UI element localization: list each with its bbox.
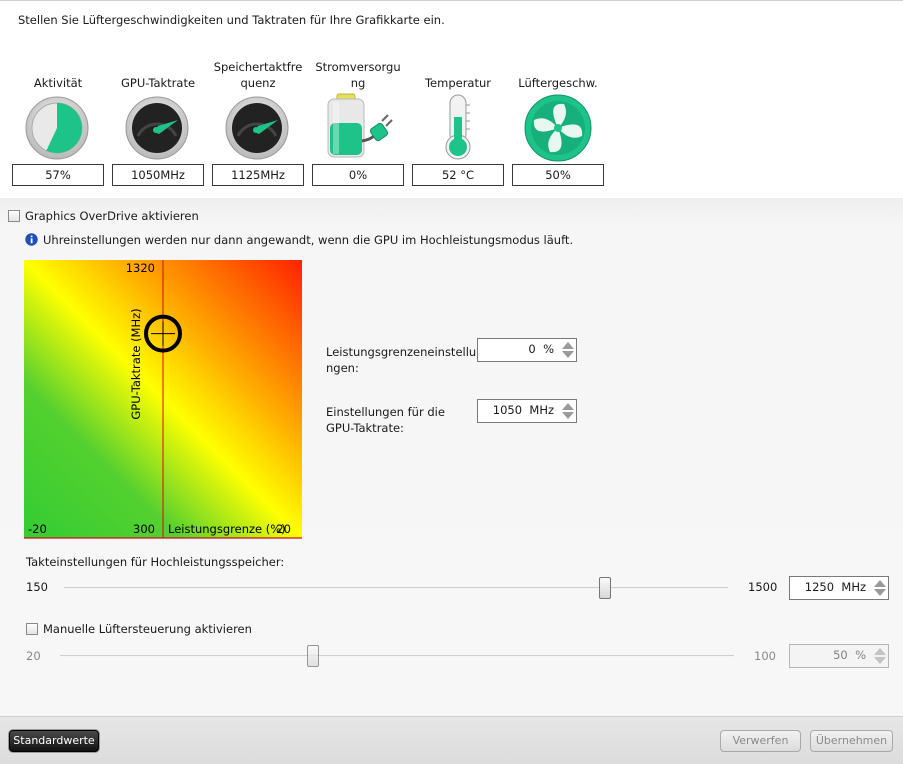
chart-y-max-label: 1320 (126, 261, 155, 275)
footer-bar: Standardwerte Verwerfen Übernehmen (0, 716, 903, 764)
gauge-label-activity: Aktivität (33, 76, 83, 90)
spin-up-icon[interactable] (874, 648, 886, 655)
speedometer-icon (225, 96, 289, 160)
fan-icon (524, 94, 592, 162)
memory-clock-slider-thumb[interactable] (599, 577, 612, 599)
activity-value: 57% (12, 164, 104, 186)
battery-plug-icon (327, 93, 393, 158)
gauge-label-power: Stromversorgu ng (315, 60, 401, 90)
overdrive-chart[interactable]: -20 20 300 1320 Leistungsgrenze (%) GPU-… (24, 260, 304, 540)
fan-max: 100 (754, 649, 776, 663)
spin-down-icon[interactable] (874, 589, 886, 596)
fan-min: 20 (26, 649, 41, 663)
power-limit-value: 0 % (528, 342, 554, 356)
memory-clock-setting-value: 1250 MHz (804, 580, 866, 594)
overdrive-panel: Graphics OverDrive aktivieren Uhreinstel… (0, 198, 903, 716)
spin-up-icon[interactable] (562, 342, 574, 349)
fan-slider-thumb[interactable] (306, 645, 319, 667)
fan-speed-spinbox[interactable]: 50 % (789, 644, 889, 668)
apply-button[interactable]: Übernehmen (810, 730, 893, 752)
status-panel: Stellen Sie Lüftergeschwindigkeiten und … (0, 0, 903, 198)
gauge-label-gpu-clock: GPU-Taktrate (120, 76, 196, 90)
activity-pie-icon (25, 96, 89, 160)
overdrive-checkbox[interactable] (8, 210, 20, 222)
page-instruction: Stellen Sie Lüftergeschwindigkeiten und … (18, 13, 445, 27)
fan-control-label: Manuelle Lüftersteuerung aktivieren (43, 622, 252, 636)
chart-y-min-label: 300 (133, 522, 155, 536)
gpu-clock-spinbox[interactable]: 1050 MHz (477, 399, 577, 423)
chart-y-axis-label: GPU-Taktrate (MHz) (129, 308, 143, 419)
memory-clock-min: 150 (26, 580, 48, 594)
gpu-clock-label: Einstellungen für die GPU-Taktrate: (326, 405, 445, 435)
power-limit-spinbox[interactable]: 0 % (477, 338, 577, 362)
fan-value: 50% (512, 164, 604, 186)
speedometer-icon (125, 96, 189, 160)
fan-control-checkbox[interactable] (26, 623, 38, 635)
info-icon (25, 233, 38, 246)
temperature-value: 52 °C (412, 164, 504, 186)
power-limit-label: Leistungsgrenzeneinstellu ngen: (326, 345, 477, 375)
defaults-button[interactable]: Standardwerte (9, 730, 99, 752)
chart-x-min-label: -20 (28, 522, 47, 536)
spin-down-icon[interactable] (562, 412, 574, 419)
spin-up-icon[interactable] (562, 403, 574, 410)
spin-down-icon[interactable] (874, 657, 886, 664)
thermometer-icon (445, 94, 471, 160)
fan-speed-value: 50 % (833, 648, 866, 662)
memory-clock-label: Takteinstellungen für Hochleistungsspeic… (26, 555, 285, 569)
gpu-clock-setting-value: 1050 MHz (492, 403, 554, 417)
spin-up-icon[interactable] (874, 580, 886, 587)
gpu-clock-value: 1050MHz (112, 164, 204, 186)
memory-clock-max: 1500 (748, 580, 778, 594)
info-text: Uhreinstellungen werden nur dann angewan… (43, 233, 574, 247)
overdrive-checkbox-label: Graphics OverDrive aktivieren (25, 209, 199, 223)
fan-slider-track[interactable] (60, 655, 734, 657)
discard-button[interactable]: Verwerfen (720, 730, 801, 752)
power-value: 0% (312, 164, 404, 186)
memory-clock-slider-track[interactable] (64, 587, 728, 589)
gauge-label-fan: Lüftergeschw. (518, 76, 598, 90)
chart-x-axis-label: Leistungsgrenze (%) (168, 522, 286, 536)
chart-point-handle[interactable] (144, 314, 182, 353)
gauge-label-temperature: Temperatur (424, 76, 492, 90)
memory-clock-spinbox[interactable]: 1250 MHz (789, 576, 889, 600)
spin-down-icon[interactable] (562, 351, 574, 358)
gauge-label-memory-clock: Speichertaktfre quenz (213, 60, 303, 90)
memory-clock-value: 1125MHz (212, 164, 304, 186)
